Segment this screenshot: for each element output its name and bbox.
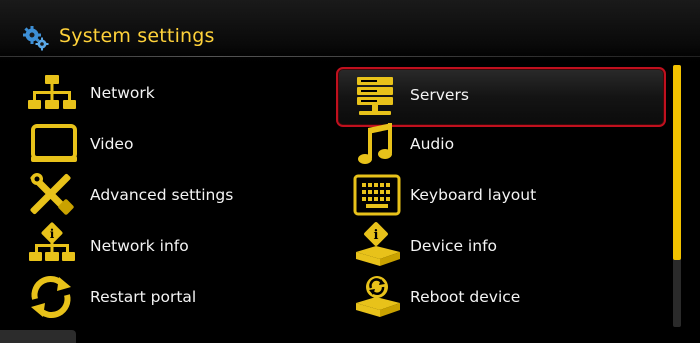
menu-item-network[interactable]: Network xyxy=(25,69,325,117)
menu-item-label: Network xyxy=(90,84,155,102)
menu-item-label: Audio xyxy=(410,135,455,153)
menu-item-label: Advanced settings xyxy=(90,186,234,204)
header-bar: System settings xyxy=(0,0,700,62)
scrollbar-thumb[interactable] xyxy=(673,65,681,260)
scrollbar-track[interactable] xyxy=(673,65,681,327)
footer-tab xyxy=(0,330,76,343)
music-note-icon xyxy=(358,123,392,164)
device-info-icon: i xyxy=(356,222,400,266)
page-title: System settings xyxy=(59,25,215,47)
menu-item-advanced-settings[interactable]: Advanced settings xyxy=(25,171,325,219)
header-divider xyxy=(0,56,700,57)
servers-icon xyxy=(357,77,393,115)
reboot-icon xyxy=(356,276,400,317)
menu-item-reboot-device[interactable]: Reboot device xyxy=(352,273,652,321)
network-icon xyxy=(28,75,76,109)
menu-item-audio[interactable]: Audio xyxy=(352,120,652,168)
monitor-icon xyxy=(31,124,77,162)
menu-item-label: Reboot device xyxy=(410,288,521,306)
menu-item-label: Device info xyxy=(410,237,498,255)
menu-item-label: Restart portal xyxy=(90,288,197,306)
keyboard-icon xyxy=(353,174,401,216)
menu-item-label: Keyboard layout xyxy=(410,186,537,204)
restart-icon xyxy=(31,276,71,318)
menu-item-keyboard-layout[interactable]: Keyboard layout xyxy=(352,171,652,219)
menu-item-label: Servers xyxy=(410,86,469,104)
menu-item-network-info[interactable]: i Network info xyxy=(25,222,325,270)
menu-item-servers[interactable]: Servers xyxy=(336,67,666,127)
menu-item-device-info[interactable]: i Device info xyxy=(352,222,652,270)
tools-icon xyxy=(30,173,74,215)
menu-item-restart-portal[interactable]: Restart portal xyxy=(25,273,325,321)
menu-item-label: Network info xyxy=(90,237,189,255)
network-info-icon: i xyxy=(29,222,75,261)
svg-text:i: i xyxy=(50,227,55,241)
svg-text:i: i xyxy=(374,228,379,243)
gears-icon xyxy=(23,26,49,51)
menu-item-label: Video xyxy=(90,135,134,153)
menu-item-video[interactable]: Video xyxy=(25,120,325,168)
